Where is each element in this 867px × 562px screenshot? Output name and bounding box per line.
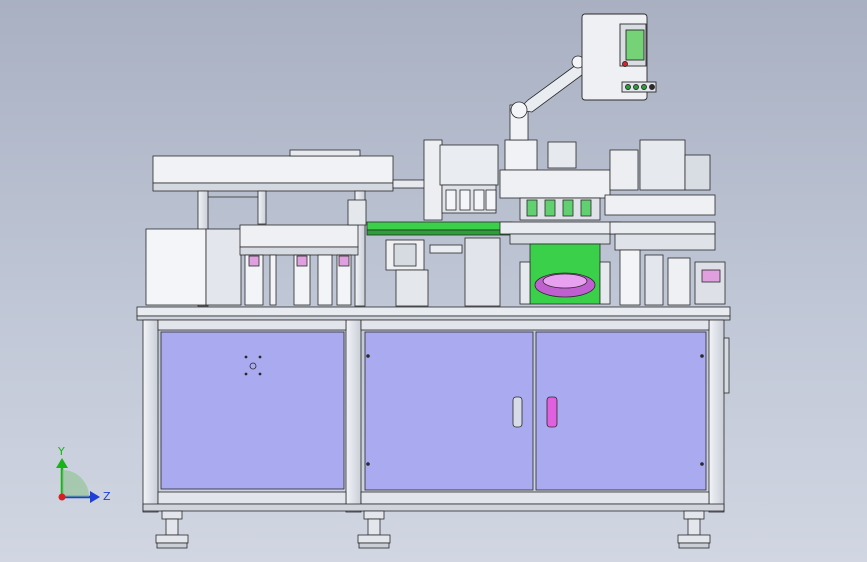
- robot-arm: [509, 55, 587, 141]
- hmi-screen: [625, 29, 645, 61]
- axis-triad: [56, 458, 100, 503]
- rotary-station: [499, 139, 621, 305]
- frame-post-right: [708, 319, 725, 513]
- cabinet-panel-left: [160, 331, 345, 490]
- cabinet-door-left: [364, 331, 534, 491]
- table-top: [136, 306, 731, 317]
- cabinet-door-right: [535, 331, 707, 491]
- electrical-box: [145, 228, 207, 306]
- cad-viewport[interactable]: Y Z: [0, 0, 867, 562]
- frame-post-middle: [345, 319, 362, 513]
- leveling-feet: [155, 510, 711, 549]
- axis-z-label: Z: [103, 490, 111, 503]
- green-track: [366, 221, 513, 231]
- door-handle-left: [512, 396, 523, 428]
- top-conveyor-beam: [152, 155, 394, 184]
- axis-y-label: Y: [57, 445, 65, 458]
- right-assembly-station: [604, 139, 726, 306]
- base-cabinet: [136, 306, 731, 513]
- frame-post-left: [142, 319, 159, 513]
- machine-model: Y Z: [56, 13, 731, 549]
- door-handle-right: [546, 396, 558, 428]
- emergency-button: [622, 61, 628, 67]
- hmi-panel: [581, 13, 657, 101]
